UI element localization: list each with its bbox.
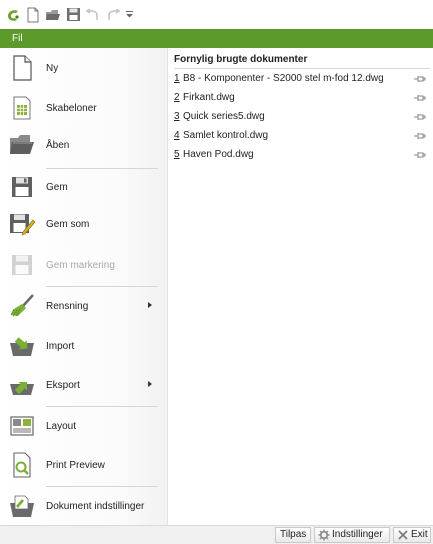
save-icon (9, 174, 35, 200)
open-folder-icon (9, 132, 35, 158)
recent-document-item[interactable]: 3 Quick series5.dwg (174, 109, 430, 125)
recent-document-name: Firkant.dwg (183, 92, 235, 103)
menu-item-label: Layout (46, 420, 77, 432)
ribbon-bar: Fil (0, 29, 433, 48)
pin-icon[interactable] (414, 93, 426, 103)
pin-icon[interactable] (414, 74, 426, 84)
recent-document-item[interactable]: 5 Haven Pod.dwg (174, 147, 430, 163)
menu-item-import[interactable]: Import (0, 327, 167, 365)
exit-label: Exit (411, 529, 428, 540)
pin-icon[interactable] (414, 150, 426, 160)
save-icon[interactable] (64, 6, 82, 24)
recent-document-number: 2 (174, 92, 180, 103)
menu-item-dokument-indstillinger[interactable]: Dokument indstillinger (0, 487, 167, 525)
file-menu: Ny Skabeloner Åben Gem Gem som Gem marke… (0, 48, 168, 525)
export-icon (9, 372, 35, 398)
bottom-bar: Tilpas Indstillinger Exit (0, 525, 433, 544)
menu-item-label: Dokument indstillinger (46, 500, 145, 512)
save-selection-icon (9, 252, 35, 278)
menu-item-print-preview[interactable]: Print Preview (0, 446, 167, 484)
menu-item-layout[interactable]: Layout (0, 407, 167, 445)
recent-document-name: Samlet kontrol.dwg (183, 130, 269, 141)
menu-item-label: Ny (46, 62, 59, 74)
undo-icon[interactable] (84, 6, 102, 24)
pin-icon[interactable] (414, 112, 426, 122)
recent-document-number: 1 (174, 73, 180, 84)
recent-document-name: B8 - Komponenter - S2000 stel m-fod 12.d… (183, 73, 384, 84)
exit-button[interactable]: Exit (393, 527, 431, 543)
close-icon (398, 530, 408, 540)
save-as-icon (9, 211, 35, 237)
menu-item-label: Åben (46, 139, 70, 151)
recent-document-item[interactable]: 2 Firkant.dwg (174, 90, 430, 106)
recent-document-number: 3 (174, 111, 180, 122)
document-settings-icon (9, 493, 35, 519)
gear-icon (318, 529, 330, 541)
menu-item-label: Eksport (46, 379, 80, 391)
redo-icon[interactable] (104, 6, 122, 24)
menu-item-gem[interactable]: Gem (0, 168, 167, 206)
menu-item-ny[interactable]: Ny (0, 49, 167, 87)
menu-item-label: Skabeloner (46, 102, 97, 114)
menu-item-skabeloner[interactable]: Skabeloner (0, 89, 167, 127)
recent-document-item[interactable]: 1 B8 - Komponenter - S2000 stel m-fod 12… (174, 71, 430, 87)
print-preview-icon (9, 452, 35, 478)
menu-item-label: Gem (46, 181, 68, 193)
menu-item-label: Gem som (46, 218, 90, 230)
recent-separator (174, 68, 430, 69)
recent-documents-title: Fornylig brugte dokumenter (174, 54, 308, 65)
indstillinger-button[interactable]: Indstillinger (314, 527, 390, 543)
submenu-arrow-icon (148, 381, 152, 387)
menu-item-aben[interactable]: Åben (0, 126, 167, 164)
menu-item-label: Import (46, 340, 75, 352)
recent-document-name: Quick series5.dwg (183, 111, 265, 122)
menu-item-gem-som[interactable]: Gem som (0, 205, 167, 243)
menu-item-label: Print Preview (46, 459, 105, 471)
tilpas-label: Tilpas (280, 529, 307, 540)
layout-icon (9, 413, 35, 439)
new-file-icon[interactable] (24, 6, 42, 24)
templates-icon (9, 95, 35, 121)
new-document-icon (9, 55, 35, 81)
app-logo-icon[interactable] (4, 6, 22, 24)
import-icon (9, 333, 35, 359)
tilpas-button[interactable]: Tilpas (275, 527, 311, 543)
recent-document-number: 4 (174, 130, 180, 141)
menu-item-eksport[interactable]: Eksport (0, 366, 167, 404)
recent-document-item[interactable]: 4 Samlet kontrol.dwg (174, 128, 430, 144)
quick-access-toolbar (0, 0, 433, 29)
file-tab[interactable]: Fil (0, 29, 50, 48)
menu-item-label: Rensning (46, 300, 89, 312)
recent-document-name: Haven Pod.dwg (183, 149, 254, 160)
recent-document-number: 5 (174, 149, 180, 160)
menu-item-rensning[interactable]: Rensning (0, 287, 167, 325)
pin-icon[interactable] (414, 131, 426, 141)
open-folder-icon[interactable] (44, 6, 62, 24)
broom-icon (9, 293, 35, 319)
menu-item-gem-markering[interactable]: Gem markering (0, 246, 167, 284)
recent-documents-panel: Fornylig brugte dokumenter 1 B8 - Kompon… (168, 48, 433, 525)
indstillinger-label: Indstillinger (332, 529, 383, 540)
submenu-arrow-icon (148, 302, 152, 308)
menu-item-label: Gem markering (46, 259, 115, 271)
qat-dropdown-icon[interactable] (124, 6, 134, 24)
